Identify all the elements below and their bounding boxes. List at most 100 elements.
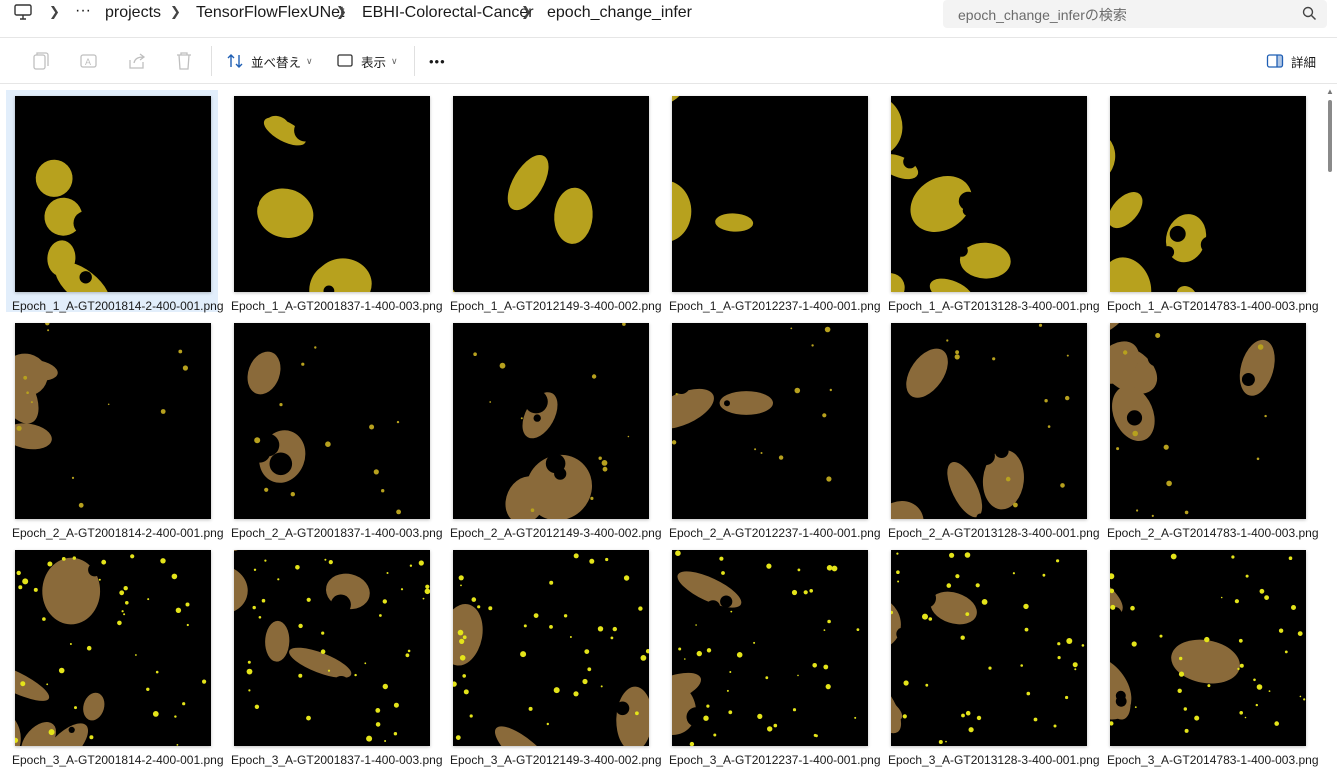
mask-speck [298, 673, 303, 678]
breadcrumb-ebhi-colorectal-cancer[interactable]: EBHI-Colorectal-Cancer [362, 4, 534, 22]
file-item[interactable]: Epoch_2_A-GT2001837-1-400-003.png [225, 317, 443, 540]
mask-hole [1161, 246, 1175, 259]
breadcrumb-projects[interactable]: projects [105, 4, 161, 22]
file-item[interactable]: Epoch_1_A-GT2012237-1-400-001.png [663, 90, 881, 313]
breadcrumb-tensorflowflexunet[interactable]: TensorFlowFlexUNet [196, 4, 344, 22]
mask-speck [753, 641, 756, 644]
search-box[interactable]: epoch_change_inferの検索 [943, 0, 1327, 28]
search-icon[interactable] [1302, 6, 1317, 21]
sort-button[interactable]: 並べ替え ∨ [226, 50, 313, 72]
mask-hole [1273, 217, 1293, 236]
more-options-button[interactable]: ••• [429, 50, 446, 72]
mask-speck [261, 598, 266, 603]
copy-button[interactable] [31, 50, 49, 72]
mask-image [891, 96, 1087, 292]
mask-speck [248, 689, 251, 692]
mask-speck [379, 614, 382, 617]
mask-hole [479, 707, 496, 724]
mask-speck [125, 601, 129, 605]
mask-speck [1023, 603, 1029, 610]
file-item[interactable]: Epoch_3_A-GT2012237-1-400-001.png [663, 544, 881, 767]
mask-hole [733, 192, 742, 202]
mask-hole [117, 120, 140, 143]
mask-hole [524, 390, 548, 414]
this-pc-icon[interactable] [13, 3, 33, 21]
mask-hole [1131, 481, 1150, 499]
mask-speck [824, 326, 831, 333]
file-item[interactable]: Epoch_2_A-GT2001814-2-400-001.png [6, 317, 224, 540]
file-item[interactable]: Epoch_3_A-GT2014783-1-400-003.png [1101, 544, 1319, 767]
vertical-scrollbar[interactable]: ▲ [1323, 84, 1337, 768]
file-item[interactable]: Epoch_3_A-GT2001814-2-400-001.png [6, 544, 224, 767]
mask-speck [961, 713, 965, 718]
file-item[interactable]: Epoch_2_A-GT2013128-3-400-001.png [882, 317, 1100, 540]
mask-hole [593, 403, 609, 419]
mask-speck [896, 552, 899, 555]
scroll-thumb[interactable] [1328, 100, 1332, 172]
mask-speck [922, 613, 928, 620]
scroll-up-icon[interactable]: ▲ [1326, 87, 1334, 96]
file-item[interactable]: Epoch_1_A-GT2001837-1-400-003.png [225, 90, 443, 313]
mask-hole [896, 627, 909, 641]
mask-speck [247, 660, 251, 664]
mask-hole [1006, 706, 1016, 716]
mask-speck [612, 626, 617, 632]
mask-hole [976, 446, 995, 466]
file-item[interactable]: Epoch_2_A-GT2012149-3-400-002.png [444, 317, 662, 540]
breadcrumb-overflow-button[interactable]: ··· [75, 2, 91, 20]
file-item[interactable]: Epoch_2_A-GT2014783-1-400-003.png [1101, 317, 1319, 540]
breadcrumb-epoch-change-infer[interactable]: epoch_change_infer [547, 4, 692, 22]
file-item[interactable]: Epoch_1_A-GT2014783-1-400-003.png [1101, 90, 1319, 313]
file-item[interactable]: Epoch_3_A-GT2001837-1-400-003.png [225, 544, 443, 767]
chevron-right-icon[interactable]: ❯ [170, 4, 181, 20]
mask-speck [26, 391, 29, 394]
mask-hole [141, 257, 158, 274]
file-thumbnail [15, 550, 211, 746]
mask-speck [1056, 559, 1060, 563]
mask-hole [633, 103, 645, 114]
search-input[interactable]: epoch_change_inferの検索 [958, 5, 1127, 25]
file-item[interactable]: Epoch_2_A-GT2012237-1-400-001.png [663, 317, 881, 540]
chevron-right-icon[interactable]: ❯ [49, 4, 60, 20]
mask-speck [695, 624, 697, 626]
mask-image [672, 96, 868, 292]
file-name: Epoch_3_A-GT2001837-1-400-003.png [231, 753, 443, 767]
mask-speck [823, 629, 826, 631]
mask-hole [82, 447, 102, 467]
mask-speck [988, 666, 992, 670]
chevron-right-icon[interactable]: ❯ [336, 4, 347, 20]
mask-speck [1012, 572, 1015, 575]
file-item[interactable]: Epoch_3_A-GT2013128-3-400-001.png [882, 544, 1100, 767]
mask-speck [1207, 684, 1211, 688]
file-item[interactable]: Epoch_3_A-GT2012149-3-400-002.png [444, 544, 662, 767]
mask-speck [610, 636, 614, 640]
delete-button[interactable] [175, 50, 193, 72]
rename-button[interactable]: A [79, 50, 99, 72]
mask-speck [202, 679, 207, 684]
mask-speck [20, 681, 26, 687]
mask-speck [1026, 691, 1031, 696]
mask-speck [640, 655, 647, 661]
share-button[interactable] [127, 50, 147, 72]
details-pane-button[interactable]: 詳細 [1266, 50, 1316, 72]
mask-hole [1133, 551, 1147, 565]
file-item[interactable]: Epoch_1_A-GT2012149-3-400-002.png [444, 90, 662, 313]
mask-speck [773, 723, 778, 728]
file-item[interactable]: Epoch_1_A-GT2013128-3-400-001.png [882, 90, 1100, 313]
mask-speck [602, 466, 608, 472]
mask-speck [71, 476, 75, 479]
mask-image [15, 323, 211, 519]
mask-speck [803, 590, 808, 595]
mask-hole [372, 471, 393, 492]
mask-hole [189, 227, 206, 243]
view-button[interactable]: 表示 ∨ [336, 50, 398, 72]
mask-speck [42, 617, 46, 621]
mask-hole [31, 553, 49, 572]
mask-speck [1178, 671, 1185, 677]
chevron-right-icon[interactable]: ❯ [521, 4, 532, 20]
mask-hole [997, 550, 1010, 564]
file-item[interactable]: Epoch_1_A-GT2001814-2-400-001.png [6, 90, 224, 313]
mask-speck [1231, 555, 1235, 559]
mask-hole [1195, 473, 1204, 481]
mask-speck [382, 599, 387, 604]
